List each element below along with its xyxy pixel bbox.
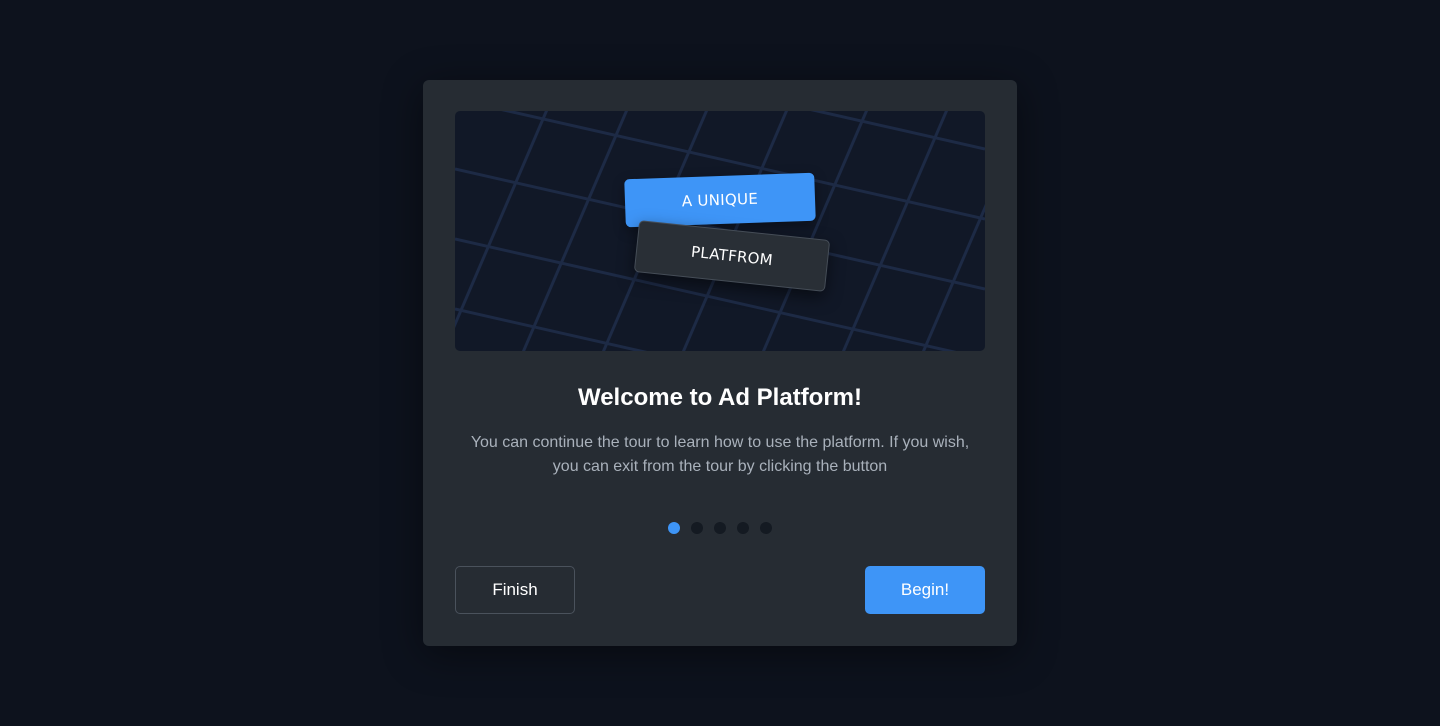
step-dot-3[interactable] xyxy=(714,522,726,534)
step-dot-1[interactable] xyxy=(668,522,680,534)
finish-button[interactable]: Finish xyxy=(455,566,575,614)
begin-button[interactable]: Begin! xyxy=(865,566,985,614)
modal-title: Welcome to Ad Platform! xyxy=(577,384,863,411)
step-dot-4[interactable] xyxy=(737,522,749,534)
tag-unique: A UNIQUE xyxy=(624,172,816,228)
step-dot-5[interactable] xyxy=(760,522,772,534)
hero-illustration: A UNIQUE PLATFROM xyxy=(455,111,985,351)
step-dot-2[interactable] xyxy=(691,522,703,534)
step-pager xyxy=(423,522,1017,534)
onboarding-modal: A UNIQUE PLATFROM Welcome to Ad Platform… xyxy=(423,80,1017,646)
modal-description: You can continue the tour to learn how t… xyxy=(470,434,970,475)
